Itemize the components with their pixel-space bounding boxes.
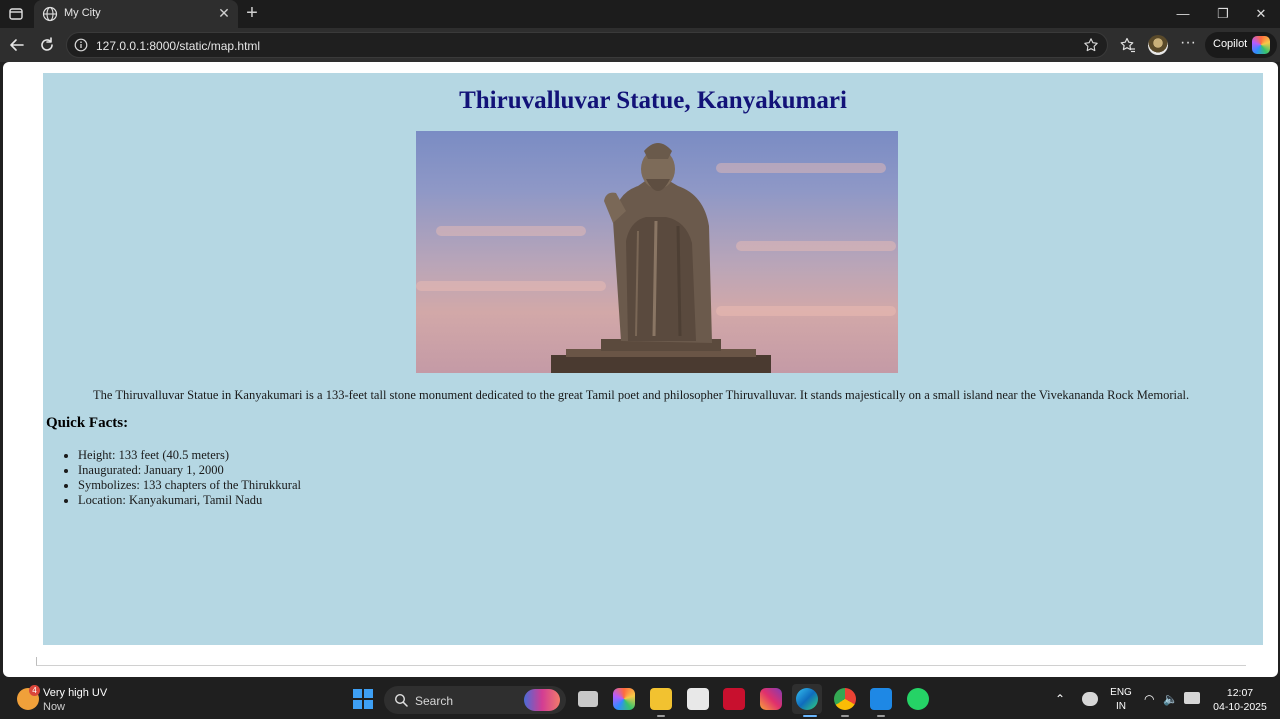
favorite-star-icon[interactable] <box>1083 37 1099 53</box>
page-title: Thiruvalluvar Statue, Kanyakumari <box>459 87 847 114</box>
back-icon[interactable] <box>8 36 26 54</box>
weather-title[interactable]: Very high UV <box>43 687 107 699</box>
statue-description: The Thiruvalluvar Statue in Kanyakumari … <box>93 388 1190 402</box>
language-top[interactable]: ENG <box>1108 687 1134 698</box>
minimize-button[interactable]: — <box>1168 4 1198 24</box>
more-menu-icon[interactable]: ··· <box>1178 35 1198 54</box>
fact-item: Inaugurated: January 1, 2000 <box>78 463 301 478</box>
restore-button[interactable]: ❐ <box>1208 4 1238 24</box>
tab-title: My City <box>64 7 101 19</box>
close-tab-icon[interactable]: ✕ <box>217 6 231 20</box>
search-highlight-icon <box>524 689 560 711</box>
address-bar[interactable]: 127.0.0.1:8000/static/map.html <box>66 32 1108 58</box>
weather-subtitle: Now <box>43 701 66 713</box>
edge-icon <box>796 688 818 710</box>
edge-active-slot[interactable] <box>792 684 822 714</box>
close-window-button[interactable]: ✕ <box>1246 4 1276 24</box>
start-windows-icon[interactable] <box>353 689 373 709</box>
running-indicator <box>657 715 665 717</box>
speaker-muted-icon[interactable]: 🔈 <box>1163 692 1178 706</box>
profile-avatar[interactable] <box>1148 35 1168 55</box>
search-icon <box>394 693 408 707</box>
page-divider <box>36 657 1246 666</box>
instagram-icon[interactable] <box>760 688 782 710</box>
new-tab-button[interactable]: + <box>242 3 262 24</box>
search-label: Search <box>415 694 454 708</box>
file-explorer-icon[interactable] <box>650 688 672 710</box>
running-indicator <box>841 715 849 717</box>
refresh-icon[interactable] <box>38 36 56 54</box>
weather-alert-badge: 4 <box>29 685 40 696</box>
windows-taskbar: 4 Very high UV Now Search ⌃ ENG IN ◠ 🔈 1… <box>0 680 1280 719</box>
battery-icon[interactable] <box>1184 692 1200 704</box>
globe-icon <box>42 6 58 22</box>
fact-item: Location: Kanyakumari, Tamil Nadu <box>78 493 301 508</box>
page-content: Thiruvalluvar Statue, Kanyakumari The Th… <box>43 73 1263 645</box>
favorites-icon[interactable] <box>1119 36 1137 54</box>
mcafee-icon[interactable] <box>723 688 745 710</box>
quick-facts-heading: Quick Facts: <box>46 415 129 431</box>
language-bottom[interactable]: IN <box>1108 701 1134 712</box>
show-hidden-icons-icon[interactable]: ⌃ <box>1055 692 1065 706</box>
copilot-label: Copilot <box>1213 38 1248 50</box>
quick-facts-list: Height: 133 feet (40.5 meters) Inaugurat… <box>78 448 301 508</box>
taskbar-search[interactable]: Search <box>384 686 566 714</box>
tab-actions-icon[interactable] <box>6 5 26 23</box>
web-viewport: Thiruvalluvar Statue, Kanyakumari The Th… <box>3 62 1278 677</box>
fact-item: Symbolizes: 133 chapters of the Thirukku… <box>78 478 301 493</box>
browser-toolbar: 127.0.0.1:8000/static/map.html ··· Copil… <box>0 28 1280 62</box>
chrome-icon[interactable] <box>834 688 856 710</box>
vscode-icon[interactable] <box>870 688 892 710</box>
whatsapp-icon[interactable] <box>907 688 929 710</box>
running-indicator-active <box>803 715 817 717</box>
store-icon[interactable] <box>687 688 709 710</box>
clock-date[interactable]: 04-10-2025 <box>1210 701 1270 713</box>
site-info-icon[interactable] <box>74 38 88 52</box>
browser-titlebar: My City ✕ + — ❐ ✕ <box>0 0 1280 28</box>
running-indicator <box>877 715 885 717</box>
statue-image <box>416 131 898 373</box>
copilot-button[interactable]: Copilot <box>1205 32 1277 58</box>
url-text: 127.0.0.1:8000/static/map.html <box>96 39 261 53</box>
copilot-app-icon[interactable] <box>613 688 635 710</box>
onedrive-icon[interactable] <box>1082 692 1098 706</box>
task-view-icon[interactable] <box>578 691 598 707</box>
tab-my-city[interactable]: My City ✕ <box>34 0 238 28</box>
copilot-logo-icon <box>1252 36 1270 54</box>
clock-time[interactable]: 12:07 <box>1210 687 1270 699</box>
fact-item: Height: 133 feet (40.5 meters) <box>78 448 301 463</box>
wifi-icon[interactable]: ◠ <box>1144 692 1154 706</box>
